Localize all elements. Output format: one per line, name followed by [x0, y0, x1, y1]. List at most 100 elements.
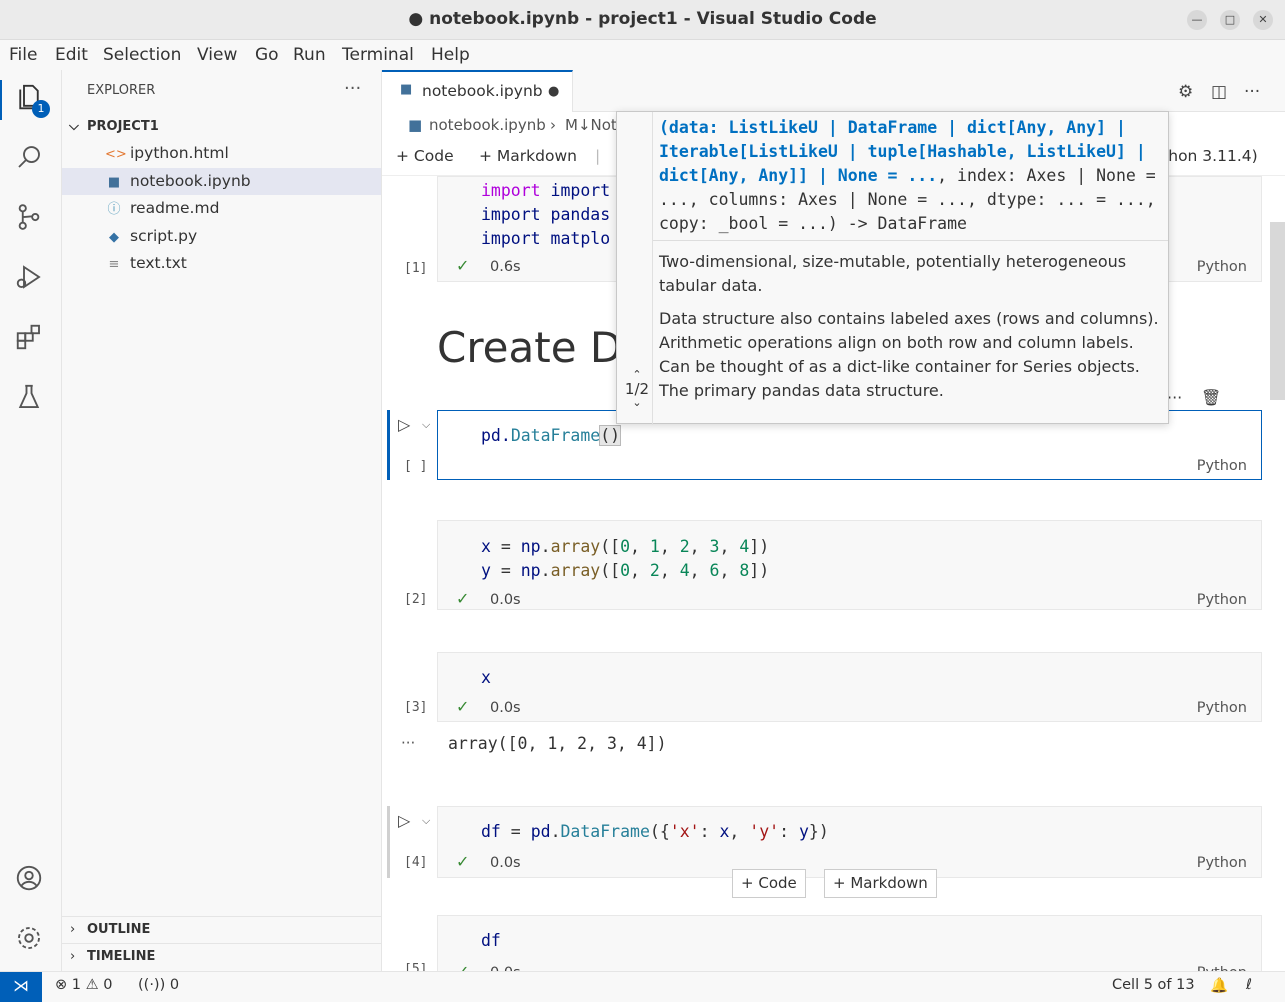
remote-icon[interactable]: ⋊ [0, 972, 42, 1002]
project-name: PROJECT1 [87, 119, 159, 134]
cell-code[interactable]: x [481, 666, 491, 690]
add-code-button[interactable]: + Code [396, 147, 454, 165]
menu-terminal[interactable]: Terminal [342, 45, 414, 65]
code-cell[interactable]: df = pd.DataFrame({'x': x, 'y': y}) ✓ 0.… [437, 806, 1262, 878]
chevron-down-icon[interactable]: ⌵ [422, 814, 430, 828]
more-actions-icon[interactable]: ··· [1244, 82, 1260, 102]
insert-code-cell-button[interactable]: + Code [732, 869, 806, 898]
cell-code[interactable]: df [481, 929, 501, 953]
file-item-selected[interactable]: ■ notebook.ipynb [62, 168, 381, 195]
menu-edit[interactable]: Edit [55, 45, 88, 65]
tab-notebook[interactable]: ■ notebook.ipynb ● [382, 70, 573, 112]
delete-cell-icon[interactable]: 🗑 [1201, 388, 1221, 407]
file-item[interactable]: ◆ script.py [62, 223, 381, 250]
cell-more-icon[interactable]: ··· [1167, 388, 1182, 407]
file-name: notebook.ipynb [130, 172, 251, 190]
add-markdown-button[interactable]: + Markdown [479, 147, 577, 165]
title-bar: ● notebook.ipynb - project1 - Visual Stu… [0, 0, 1285, 40]
problems-indicator[interactable]: ⊗ 1 ⚠ 0 [55, 977, 112, 993]
warning-icon: ⚠ [85, 977, 99, 993]
menu-view[interactable]: View [197, 45, 237, 65]
chevron-down-icon: ⌵ [69, 119, 79, 134]
html-file-icon: <> [105, 147, 127, 162]
code-line: import matplo [481, 229, 611, 248]
explorer-icon[interactable]: 1 [14, 82, 50, 118]
code-text: pd. [481, 426, 511, 445]
code-cell[interactable]: x = np.array([0, 1, 2, 3, 4]) y = np.arr… [437, 520, 1262, 610]
outline-label: OUTLINE [87, 922, 151, 937]
file-name: script.py [130, 227, 198, 245]
file-item[interactable]: ⓘ readme.md [62, 195, 381, 222]
file-item[interactable]: ≡ text.txt [62, 250, 381, 277]
copilot-icon[interactable]: ℓ [1246, 977, 1252, 993]
insert-markdown-cell-button[interactable]: + Markdown [824, 869, 937, 898]
file-name: readme.md [130, 199, 220, 217]
source-control-icon[interactable] [14, 202, 50, 238]
add-markdown-label: Markdown [496, 147, 577, 165]
code-cell[interactable]: x ✓ 0.0s Python [437, 652, 1262, 722]
menu-help[interactable]: Help [431, 45, 470, 65]
cell-code[interactable]: import matplo [481, 227, 610, 251]
explorer-more-button[interactable]: ··· [344, 78, 361, 99]
breadcrumb-file[interactable]: notebook.ipynb [429, 116, 546, 134]
ports-indicator[interactable]: ((·)) 0 [138, 977, 179, 993]
exec-duration: 0.0s [490, 592, 521, 608]
project-folder[interactable]: ⌵ PROJECT1 [62, 113, 381, 140]
file-name: ipython.html [130, 144, 229, 162]
cell-language[interactable]: Python [1197, 855, 1247, 871]
chevron-down-icon[interactable]: ⌵ [422, 418, 430, 432]
cell-code[interactable]: pd.DataFrame() [481, 424, 622, 448]
cell-language[interactable]: Python [1197, 700, 1247, 716]
file-item[interactable]: <> ipython.html [62, 140, 381, 167]
timeline-section[interactable]: › TIMELINE [62, 943, 381, 969]
maximize-button[interactable]: □ [1220, 10, 1240, 30]
account-icon[interactable] [14, 863, 50, 899]
menu-run[interactable]: Run [293, 45, 326, 65]
exec-count: [3] [404, 700, 428, 715]
gear-icon[interactable]: ⚙ [1178, 82, 1193, 102]
cell-position[interactable]: Cell 5 of 13 [1112, 977, 1195, 993]
run-debug-icon[interactable] [14, 262, 50, 298]
menu-selection[interactable]: Selection [103, 45, 181, 65]
minimize-button[interactable]: — [1187, 10, 1207, 30]
tab-bar: ■ notebook.ipynb ● ⚙ ◫ ··· [382, 70, 1285, 112]
chevron-right-icon: › [70, 949, 76, 964]
exec-duration: 0.0s [490, 855, 521, 871]
scrollbar-thumb[interactable] [1270, 222, 1285, 400]
notebook-file-icon: ■ [107, 175, 121, 190]
extensions-icon[interactable] [14, 322, 50, 358]
cell-language[interactable]: Python [1197, 458, 1247, 474]
run-cell-icon[interactable]: ▷ [398, 811, 410, 830]
tab-label: notebook.ipynb [422, 82, 543, 100]
success-check-icon: ✓ [456, 589, 470, 608]
cell-code[interactable]: y = np.array([0, 2, 4, 6, 8]) [481, 559, 769, 583]
exec-count: [ ] [404, 459, 428, 474]
settings-gear-icon[interactable] [14, 923, 50, 959]
file-name: text.txt [130, 254, 187, 272]
notifications-bell-icon[interactable]: 🔔 [1210, 977, 1228, 994]
testing-flask-icon[interactable] [14, 382, 50, 418]
add-code-label: Code [413, 147, 454, 165]
menu-file[interactable]: File [9, 45, 37, 65]
chevron-down-icon[interactable]: ⌄ [622, 397, 652, 408]
outline-section[interactable]: › OUTLINE [62, 916, 381, 942]
explorer-title: EXPLORER [87, 83, 156, 98]
code-line: import pandas [481, 205, 611, 224]
output-more-icon[interactable]: ··· [401, 734, 415, 752]
cell-code[interactable]: df = pd.DataFrame({'x': x, 'y': y}) [481, 820, 829, 844]
divider [653, 240, 1168, 241]
toolbar-divider: | [595, 147, 601, 165]
code-cell[interactable]: df ✓ 0.0s Python [437, 915, 1262, 981]
unsaved-dot-icon[interactable]: ● [548, 84, 559, 99]
cell-code[interactable]: import pandas [481, 203, 610, 227]
chevron-up-icon[interactable]: ⌃ [622, 369, 652, 380]
cell-language[interactable]: Python [1197, 259, 1247, 275]
split-editor-icon[interactable]: ◫ [1211, 82, 1227, 102]
menu-go[interactable]: Go [255, 45, 279, 65]
cell-language[interactable]: Python [1197, 592, 1247, 608]
run-cell-icon[interactable]: ▷ [398, 415, 410, 434]
search-icon[interactable] [14, 142, 50, 178]
cell-code[interactable]: x = np.array([0, 1, 2, 3, 4]) [481, 535, 769, 559]
signature-help-popup: (data: ListLikeU | DataFrame | dict[Any,… [616, 111, 1169, 425]
close-button[interactable]: ✕ [1253, 10, 1273, 30]
